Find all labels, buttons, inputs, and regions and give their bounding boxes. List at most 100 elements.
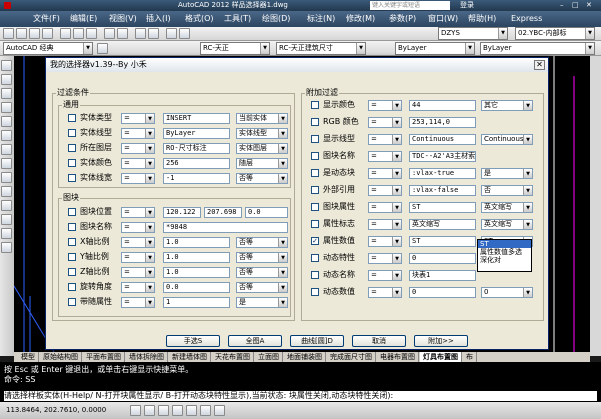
extra-filter-checkbox[interactable] [311, 169, 319, 177]
select-all-button[interactable]: 全图A [228, 335, 282, 347]
layout-tab[interactable]: 完成面尺寸图 [327, 352, 376, 362]
operator-select[interactable]: = ▼ [368, 100, 402, 111]
layout-tab[interactable]: 墙体拆除图 [126, 352, 168, 362]
open-icon[interactable] [16, 28, 27, 39]
operator-select[interactable]: = ▼ [368, 219, 402, 230]
gear-icon[interactable] [97, 43, 108, 54]
block-value-input[interactable]: 1 [163, 297, 230, 308]
region-icon[interactable] [1, 214, 12, 225]
table-icon[interactable] [1, 228, 12, 239]
menu-window[interactable]: 窗口(W) [428, 11, 458, 27]
curve-select-button[interactable]: 曲线[圆]D [290, 335, 344, 347]
extra-filter-checkbox[interactable] [311, 271, 319, 279]
operator-select[interactable]: = ▼ [121, 128, 155, 139]
layout-tab[interactable]: 原始结构图 [40, 352, 82, 362]
menu-tools[interactable]: 工具(T) [224, 11, 251, 27]
polyline-icon[interactable] [1, 74, 12, 85]
extra-filter-extra-select[interactable]: Continuous ▼ [481, 134, 533, 145]
workspace-select[interactable]: AutoCAD 经典 ▼ [3, 42, 93, 55]
block-checkbox[interactable] [68, 208, 76, 216]
menu-modify[interactable]: 修改(M) [346, 11, 375, 27]
command-prompt[interactable]: 请选择样板实体(H-Help/ N-打开块属性显示/ B-打开动态块特性显示),… [4, 391, 597, 401]
position-y-input[interactable]: 207.698 [204, 207, 242, 218]
cancel-button[interactable]: 取消 [352, 335, 406, 347]
layout-tab[interactable]: 地面铺装图 [284, 352, 326, 362]
circle-icon[interactable] [1, 130, 12, 141]
block-value-input[interactable]: 0.0 [163, 282, 230, 293]
operator-select[interactable]: = ▼ [121, 252, 155, 263]
hatch-icon[interactable] [1, 200, 12, 211]
extra-filter-checkbox[interactable] [311, 220, 319, 228]
block-name-input[interactable]: *9848 [163, 222, 288, 233]
extra-filter-checkbox[interactable] [311, 186, 319, 194]
new-icon[interactable] [3, 28, 14, 39]
position-x-input[interactable]: 120.122 [163, 207, 201, 218]
extra-filter-value-input[interactable]: 253,114,0 [409, 117, 476, 128]
operator-select[interactable]: = ▼ [368, 270, 402, 281]
extra-filter-checkbox[interactable] [311, 118, 319, 126]
block-icon[interactable] [1, 172, 12, 183]
user-login[interactable]: 登录 [460, 0, 474, 11]
extra-filter-value-input[interactable]: Continuous [409, 134, 476, 145]
block-checkbox[interactable] [68, 238, 76, 246]
block-value-input[interactable]: 1.0 [163, 252, 230, 263]
search-input[interactable]: 键入关键字或短语 [370, 1, 450, 10]
text-style-combo[interactable]: RC-天正 ▼ [200, 42, 270, 55]
polygon-icon[interactable] [1, 88, 12, 99]
block-extra-select[interactable]: 否等 ▼ [236, 237, 288, 248]
extra-filter-checkbox[interactable] [311, 152, 319, 160]
operator-select[interactable]: = ▼ [368, 134, 402, 145]
general-value-input[interactable]: -1 [163, 173, 230, 184]
extra-filter-value-input[interactable]: TDC--A2'A3主材索引 [409, 151, 476, 162]
attribute-value-dropdown[interactable]: ST 属性数值多选 深化对 [477, 239, 532, 272]
autocad-logo-icon[interactable] [4, 2, 11, 9]
cut-icon[interactable] [60, 28, 71, 39]
operator-select[interactable]: = ▼ [368, 117, 402, 128]
menu-file[interactable]: 文件(F) [33, 11, 60, 27]
extra-filter-checkbox[interactable] [311, 203, 319, 211]
general-extra-select[interactable]: 当前实体 ▼ [236, 113, 288, 124]
general-extra-select[interactable]: 随层 ▼ [236, 158, 288, 169]
print-icon[interactable] [42, 28, 53, 39]
extra-filter-value-input[interactable]: 英文缩写 [409, 219, 476, 230]
undo-icon[interactable] [104, 28, 115, 39]
general-extra-select[interactable]: 否等 ▼ [236, 173, 288, 184]
operator-select[interactable]: = ▼ [368, 202, 402, 213]
menu-draw[interactable]: 绘图(D) [262, 11, 290, 27]
extra-filter-extra-select[interactable]: 其它 ▼ [481, 100, 533, 111]
command-line[interactable]: 按 Esc 或 Enter 键退出，或单击右键显示快捷菜单。 命令: SS 请选… [0, 362, 601, 402]
block-checkbox[interactable] [68, 253, 76, 261]
extra-filter-checkbox[interactable] [311, 288, 319, 296]
extra-filter-value-input[interactable]: 0 [409, 253, 476, 264]
extra-filter-value-input[interactable]: 0 [409, 287, 476, 298]
operator-select[interactable]: = ▼ [368, 287, 402, 298]
extra-filter-extra-select[interactable]: 0 ▼ [481, 287, 533, 298]
general-checkbox[interactable] [68, 114, 76, 122]
manual-select-button[interactable]: 手选S [166, 335, 220, 347]
operator-select[interactable]: = ▼ [368, 185, 402, 196]
properties-icon[interactable] [166, 28, 177, 39]
position-z-input[interactable]: 0.0 [245, 207, 288, 218]
rectangle-icon[interactable] [1, 102, 12, 113]
block-checkbox[interactable] [68, 268, 76, 276]
general-checkbox[interactable] [68, 144, 76, 152]
ortho-icon[interactable] [158, 405, 169, 416]
linetype-select[interactable]: ByLayer ▼ [480, 42, 595, 55]
operator-select[interactable]: = ▼ [121, 297, 155, 308]
general-value-input[interactable]: ByLayer [163, 128, 230, 139]
menu-format[interactable]: 格式(O) [185, 11, 214, 27]
menu-help[interactable]: 帮助(H) [468, 11, 496, 27]
color-select[interactable]: ByLayer ▼ [395, 42, 475, 55]
text-style-select[interactable]: DZYS ▼ [438, 27, 508, 40]
extra-filter-extra-select[interactable]: 英文缩写 ▼ [481, 202, 533, 213]
minimize-button[interactable]: – [560, 0, 564, 11]
otrack-icon[interactable] [200, 405, 211, 416]
general-checkbox[interactable] [68, 129, 76, 137]
menu-edit[interactable]: 编辑(E) [70, 11, 97, 27]
point-icon[interactable] [1, 186, 12, 197]
extra-filter-value-input[interactable]: 块表1 [409, 270, 476, 281]
general-value-input[interactable]: INSERT [163, 113, 230, 124]
pan-icon[interactable] [135, 28, 146, 39]
lineweight-icon[interactable] [214, 405, 225, 416]
dialog-close-button[interactable]: ✕ [534, 60, 545, 70]
